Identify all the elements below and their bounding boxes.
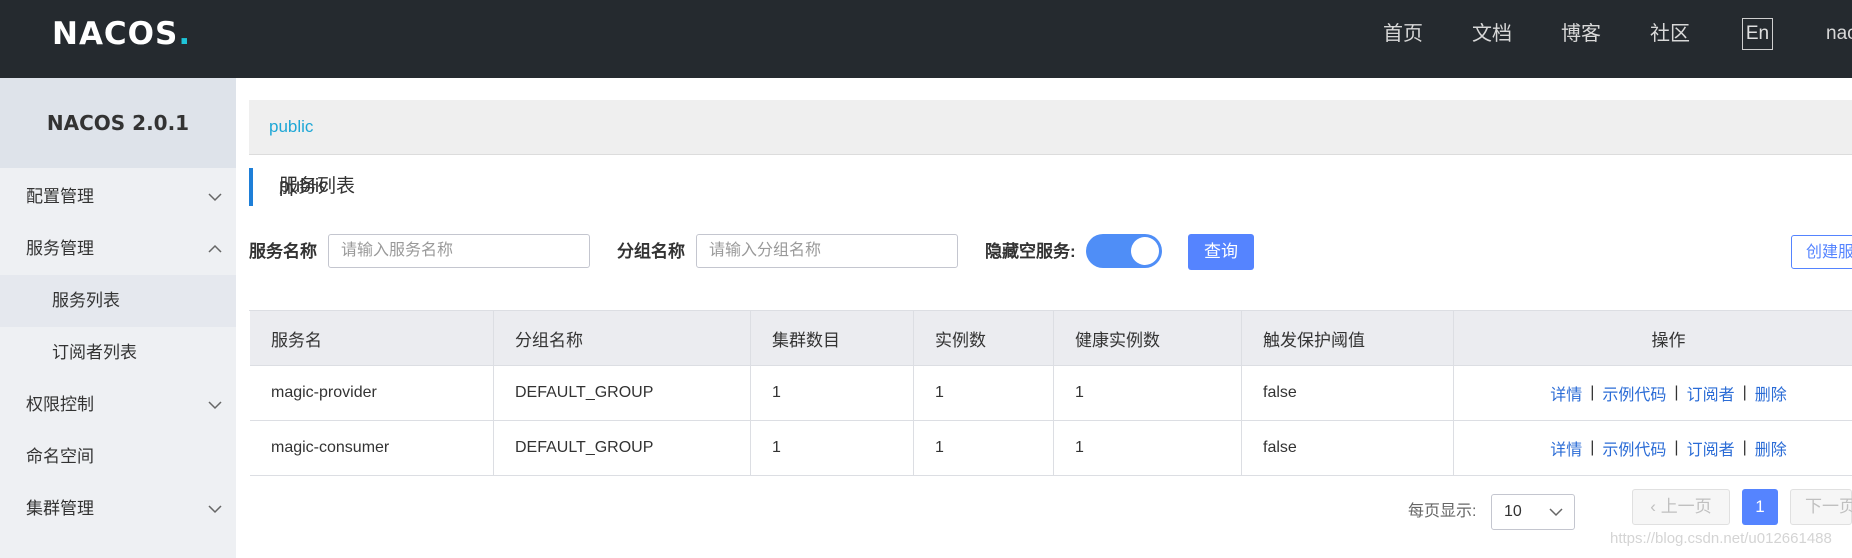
sidebar-item-namespace[interactable]: 命名空间 xyxy=(0,431,236,483)
threshold-cell: false xyxy=(1242,366,1454,421)
nav-docs[interactable]: 文档 xyxy=(1472,18,1512,50)
sidebar-item-label: 权限控制 xyxy=(26,395,94,414)
chevron-down-icon xyxy=(208,193,222,202)
sidebar-item-config[interactable]: 配置管理 xyxy=(0,171,236,223)
subscribers-link[interactable]: 订阅者 xyxy=(1687,381,1735,405)
table-row: magic-provider DEFAULT_GROUP 1 1 1 false… xyxy=(250,366,1852,421)
sidebar-item-subscriber-list[interactable]: 订阅者列表 xyxy=(0,327,236,379)
detail-link[interactable]: 详情 xyxy=(1550,436,1582,460)
service-name-cell: magic-provider xyxy=(250,366,494,421)
column-header: 集群数目 xyxy=(751,311,914,366)
sidebar-item-label: 配置管理 xyxy=(26,187,94,206)
ops-cell: 详情 | 示例代码 | 订阅者 | 删除 xyxy=(1454,421,1852,476)
delete-link[interactable]: 删除 xyxy=(1755,381,1787,405)
threshold-cell: false xyxy=(1242,421,1454,476)
chevron-down-icon xyxy=(208,401,222,410)
nacos-logo[interactable]: NACOS. xyxy=(52,14,191,54)
nav-community[interactable]: 社区 xyxy=(1650,18,1690,50)
namespace-bar: public xyxy=(249,100,1852,155)
page-1-button[interactable]: 1 xyxy=(1742,489,1778,525)
column-header: 实例数 xyxy=(914,311,1054,366)
op-separator: | xyxy=(1742,384,1747,401)
cluster-count-cell: 1 xyxy=(751,421,914,476)
page-title-namespace: public xyxy=(279,176,329,197)
column-header: 服务名 xyxy=(250,311,494,366)
watermark: https://blog.csdn.net/u012661488 xyxy=(1610,530,1832,547)
op-separator: | xyxy=(1590,384,1595,401)
sidebar-item-label: 订阅者列表 xyxy=(52,343,137,362)
detail-link[interactable]: 详情 xyxy=(1550,381,1582,405)
group-cell: DEFAULT_GROUP xyxy=(494,421,751,476)
op-separator: | xyxy=(1674,439,1679,456)
column-header: 操作 xyxy=(1454,311,1852,366)
sidebar-item-label: 服务管理 xyxy=(26,239,94,258)
top-bar: NACOS. 首页 文档 博客 社区 En nac xyxy=(0,0,1852,78)
sidebar-item-service-mgmt[interactable]: 服务管理 xyxy=(0,223,236,275)
next-page-label: 下一页 xyxy=(1805,497,1852,516)
page-size-select[interactable]: 10 xyxy=(1491,494,1575,530)
next-page-button[interactable]: 下一页 xyxy=(1790,489,1852,525)
chevron-down-icon xyxy=(1549,508,1563,517)
service-table: 服务名 分组名称 集群数目 实例数 健康实例数 触发保护阈值 操作 magic-… xyxy=(249,310,1852,476)
column-header: 分组名称 xyxy=(494,311,751,366)
nav-blog[interactable]: 博客 xyxy=(1561,18,1601,50)
ops-cell: 详情 | 示例代码 | 订阅者 | 删除 xyxy=(1454,366,1852,421)
chevron-down-icon xyxy=(208,505,222,514)
sidebar-item-service-list[interactable]: 服务列表 xyxy=(0,275,236,327)
user-name[interactable]: nac xyxy=(1826,18,1852,50)
op-separator: | xyxy=(1674,384,1679,401)
page-title: 服务列表 | public xyxy=(249,168,355,206)
delete-link[interactable]: 删除 xyxy=(1755,436,1787,460)
table-row: magic-consumer DEFAULT_GROUP 1 1 1 false… xyxy=(250,421,1852,476)
column-header: 健康实例数 xyxy=(1054,311,1242,366)
nav-home[interactable]: 首页 xyxy=(1383,18,1423,50)
create-service-button[interactable]: 创建服 xyxy=(1791,235,1852,269)
sidebar-item-cluster-mgmt[interactable]: 集群管理 xyxy=(0,483,236,535)
hide-empty-label: 隐藏空服务: xyxy=(985,242,1076,261)
group-cell: DEFAULT_GROUP xyxy=(494,366,751,421)
cluster-count-cell: 1 xyxy=(751,366,914,421)
healthy-count-cell: 1 xyxy=(1054,421,1242,476)
chevron-up-icon xyxy=(208,244,222,253)
sidebar-item-label: 服务列表 xyxy=(52,291,120,310)
column-header: 触发保护阈值 xyxy=(1242,311,1454,366)
sample-code-link[interactable]: 示例代码 xyxy=(1602,381,1666,405)
sidebar-item-access-control[interactable]: 权限控制 xyxy=(0,379,236,431)
service-name-cell: magic-consumer xyxy=(250,421,494,476)
table-header: 服务名 分组名称 集群数目 实例数 健康实例数 触发保护阈值 操作 xyxy=(250,311,1852,366)
page-size-value: 10 xyxy=(1504,503,1522,520)
op-separator: | xyxy=(1590,439,1595,456)
query-button[interactable]: 查询 xyxy=(1188,234,1254,270)
instance-count-cell: 1 xyxy=(914,366,1054,421)
service-name-label: 服务名称 xyxy=(249,242,317,261)
group-name-input[interactable] xyxy=(696,234,958,268)
sidebar-item-label: 集群管理 xyxy=(26,499,94,518)
op-separator: | xyxy=(1742,439,1747,456)
hide-empty-toggle[interactable] xyxy=(1086,234,1162,268)
sample-code-link[interactable]: 示例代码 xyxy=(1602,436,1666,460)
service-name-input[interactable] xyxy=(328,234,590,268)
sidebar-item-label: 命名空间 xyxy=(26,447,94,466)
page-size-label: 每页显示: xyxy=(1408,503,1477,520)
subscribers-link[interactable]: 订阅者 xyxy=(1687,436,1735,460)
group-name-label: 分组名称 xyxy=(617,242,685,261)
namespace-link-public[interactable]: public xyxy=(269,100,313,154)
chevron-left-icon: ‹ xyxy=(1650,497,1661,516)
prev-page-button[interactable]: ‹ 上一页 xyxy=(1632,489,1730,525)
instance-count-cell: 1 xyxy=(914,421,1054,476)
version-title: NACOS 2.0.1 xyxy=(0,78,236,168)
prev-page-label: 上一页 xyxy=(1660,497,1712,516)
healthy-count-cell: 1 xyxy=(1054,366,1242,421)
sidebar: NACOS 2.0.1 配置管理 服务管理 服务列表 订阅者列表 权限控制 命名… xyxy=(0,78,236,558)
language-switch-button[interactable]: En xyxy=(1742,18,1773,50)
toggle-knob xyxy=(1131,237,1159,265)
